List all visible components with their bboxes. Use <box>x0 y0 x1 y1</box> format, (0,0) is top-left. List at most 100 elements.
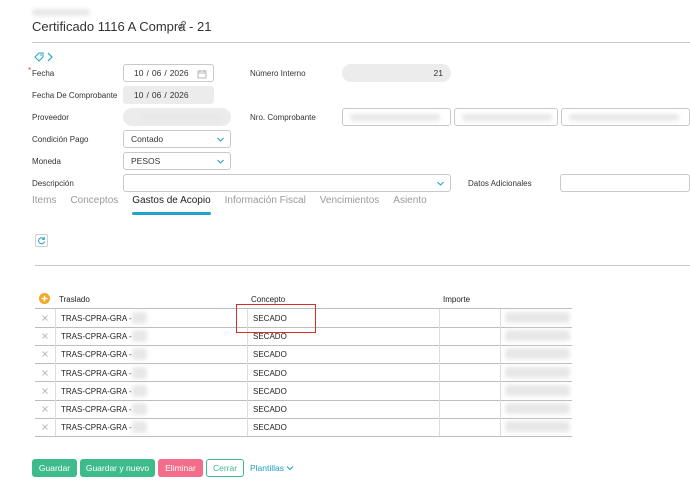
nro-comprobante-input-2[interactable] <box>454 108 558 126</box>
row-divider <box>35 435 572 437</box>
fecha-comprobante-year: 2026 <box>169 90 189 100</box>
fecha-day: 10 <box>134 68 144 78</box>
highlight-box <box>236 304 316 333</box>
tab-items[interactable]: Items <box>32 195 56 211</box>
refresh-icon <box>38 237 45 245</box>
row-divider <box>35 399 572 401</box>
traslado-cell: TRAS-CPRA-GRA - <box>61 332 132 342</box>
nro-comprobante-input-1[interactable] <box>342 108 451 126</box>
tab-gastos-de-acopio[interactable]: Gastos de Acopio <box>132 195 212 215</box>
add-row-icon[interactable] <box>39 293 50 304</box>
condicion-pago-select[interactable]: Contado <box>123 130 231 148</box>
concepto-cell: SECADO <box>253 332 287 342</box>
tab-vencimientos[interactable]: Vencimientos <box>320 195 379 211</box>
numero-interno-field: 21 <box>342 64 451 82</box>
traslado-redacted <box>132 403 147 415</box>
remove-row-icon[interactable] <box>41 387 49 395</box>
chevron-right-icon[interactable] <box>46 52 54 62</box>
traslado-cell: TRAS-CPRA-GRA - <box>61 314 132 323</box>
eliminar-button[interactable]: Eliminar <box>158 459 203 477</box>
required-mark: * <box>28 66 32 75</box>
fecha-year: 2026 <box>169 68 189 78</box>
fecha-comprobante-input[interactable]: 10 / 06 / 2026 <box>123 86 214 104</box>
importe-redacted <box>505 330 570 342</box>
traslado-redacted <box>132 348 147 361</box>
guardar-y-nuevo-button[interactable]: Guardar y nuevo <box>80 459 155 477</box>
chevron-down-icon <box>217 159 224 164</box>
row-divider <box>35 381 572 383</box>
traslado-redacted <box>132 366 147 379</box>
moneda-select[interactable]: PESOS <box>123 152 231 170</box>
importe-redacted <box>505 421 570 433</box>
refresh-button[interactable] <box>35 234 48 247</box>
traslado-redacted <box>132 421 147 434</box>
concepto-cell: SECADO <box>253 368 287 378</box>
importe-redacted <box>505 403 570 414</box>
fecha-input[interactable]: 10 / 06 / 2026 <box>123 64 214 82</box>
traslado-cell: TRAS-CPRA-GRA - <box>61 368 132 378</box>
fecha-comprobante-day: 10 <box>134 90 144 100</box>
importe-redacted <box>505 366 570 378</box>
column-divider <box>439 309 440 437</box>
remove-row-icon[interactable] <box>41 423 49 431</box>
row-divider <box>35 344 572 346</box>
descripcion-select[interactable] <box>123 174 451 192</box>
remove-row-icon[interactable] <box>41 350 49 358</box>
remove-row-icon[interactable] <box>41 405 49 413</box>
calendar-icon[interactable] <box>197 69 207 79</box>
fecha-label: Fecha <box>32 69 55 78</box>
importe-redacted <box>505 348 570 360</box>
traslado-cell: TRAS-CPRA-GRA - <box>61 386 132 396</box>
condicion-pago-label: Condición Pago <box>32 135 89 144</box>
numero-interno-label: Número Interno <box>250 69 306 78</box>
proveedor-label: Proveedor <box>32 113 69 122</box>
traslado-cell: TRAS-CPRA-GRA - <box>61 423 132 433</box>
datos-adicionales-input[interactable] <box>560 174 690 192</box>
plantillas-label: Plantillas <box>250 463 285 473</box>
moneda-label: Moneda <box>32 157 61 166</box>
moneda-value: PESOS <box>131 156 161 166</box>
concepto-cell: SECADO <box>253 405 287 414</box>
importe-redacted <box>505 312 570 323</box>
column-divider <box>55 309 56 437</box>
tag-icon[interactable] <box>34 52 44 62</box>
link-icon[interactable] <box>176 19 188 31</box>
fecha-month: 06 <box>151 68 162 78</box>
numero-interno-value: 21 <box>433 68 443 78</box>
plantillas-dropdown[interactable]: Plantillas <box>250 463 294 473</box>
chevron-down-icon <box>286 466 294 471</box>
tab-informacion-fiscal[interactable]: Información Fiscal <box>225 195 306 211</box>
row-divider <box>35 363 572 365</box>
cerrar-button[interactable]: Cerrar <box>206 459 244 477</box>
datos-adicionales-label: Datos Adicionales <box>468 179 532 188</box>
traslado-redacted <box>132 330 147 343</box>
row-divider <box>35 417 572 419</box>
remove-row-icon[interactable] <box>41 314 49 322</box>
divider <box>32 42 690 43</box>
divider <box>35 265 690 266</box>
column-divider <box>500 309 501 437</box>
traslado-cell: TRAS-CPRA-GRA - <box>61 350 132 360</box>
descripcion-label: Descripción <box>32 179 74 188</box>
fecha-comprobante-label: Fecha De Comprobante <box>32 91 118 100</box>
breadcrumb <box>32 9 90 16</box>
fecha-comprobante-month: 06 <box>151 90 162 100</box>
nro-comprobante-label: Nro. Comprobante <box>250 113 316 122</box>
traslado-redacted <box>132 312 147 324</box>
tab-asiento[interactable]: Asiento <box>393 195 426 211</box>
tabs-bar: Items Conceptos Gastos de Acopio Informa… <box>32 195 441 215</box>
condicion-pago-value: Contado <box>131 134 164 144</box>
header-traslado: Traslado <box>59 295 90 304</box>
remove-row-icon[interactable] <box>41 332 49 340</box>
traslado-redacted <box>132 384 147 397</box>
tab-conceptos[interactable]: Conceptos <box>70 195 118 211</box>
remove-row-icon[interactable] <box>41 369 49 377</box>
guardar-button[interactable]: Guardar <box>32 459 77 477</box>
header-concepto: Concepto <box>251 295 286 304</box>
concepto-cell: SECADO <box>253 423 287 433</box>
proveedor-input[interactable] <box>123 108 231 126</box>
chevron-down-icon <box>437 181 444 186</box>
header-importe: Importe <box>443 295 471 304</box>
traslado-cell: TRAS-CPRA-GRA - <box>61 405 132 414</box>
nro-comprobante-input-3[interactable] <box>561 108 690 126</box>
